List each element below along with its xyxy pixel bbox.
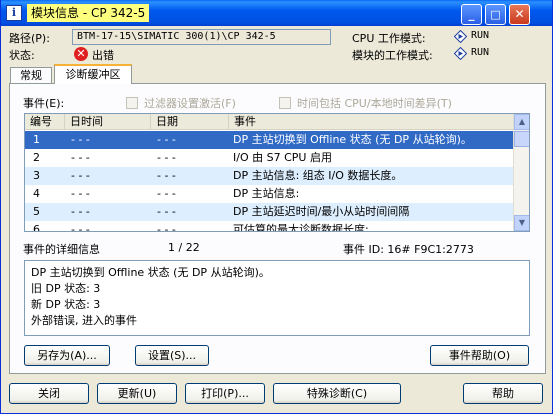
- row-number: 6: [33, 223, 40, 232]
- table-row[interactable]: 3 - - - - - - DP 主站信息: 组态 I/O 数据长度。: [25, 167, 514, 185]
- checkbox-box: [126, 97, 138, 109]
- error-icon: ✕: [74, 47, 88, 61]
- window-title: 模块信息 - CP 342-5: [27, 4, 150, 22]
- status-label: 状态:: [9, 49, 35, 62]
- module-mode-label: 模块的工作模式:: [352, 49, 433, 62]
- module-mode-value: RUN: [471, 47, 490, 58]
- path-field: BTM-17-15\SIMATIC 300(1)\CP 342-5: [72, 29, 331, 45]
- column-header-date[interactable]: 日期: [151, 114, 229, 130]
- row-time: - - -: [71, 223, 90, 232]
- title-bar[interactable]: i 模块信息 - CP 342-5 _ □ ✕: [1, 0, 552, 26]
- table-row[interactable]: 6 - - - - - - 可估算的最大诊断数据长度:: [25, 221, 514, 232]
- row-event: I/O 由 S7 CPU 启用: [233, 151, 332, 164]
- scroll-up-icon[interactable]: ▲: [514, 114, 529, 130]
- row-number: 5: [33, 205, 40, 218]
- details-line: DP 主站切换到 Offline 状态 (无 DP 从站轮询)。: [31, 266, 270, 279]
- row-date: - - -: [157, 205, 176, 218]
- table-row[interactable]: 5 - - - - - - DP 主站延迟时间/最小从站时间间隔: [25, 203, 514, 221]
- row-event: DP 主站信息:: [233, 187, 300, 200]
- events-label: 事件(E):: [23, 97, 65, 110]
- details-line: 外部错误, 进入的事件: [31, 314, 137, 327]
- run-state-icon: [454, 47, 467, 60]
- row-event: 可估算的最大诊断数据长度:: [233, 223, 369, 232]
- info-icon: i: [6, 5, 22, 21]
- row-number: 4: [33, 187, 40, 200]
- row-date: - - -: [157, 151, 176, 164]
- event-help-button[interactable]: 事件帮助(O): [430, 345, 529, 366]
- module-info-window: i 模块信息 - CP 342-5 _ □ ✕ 路径(P): BTM-17-15…: [0, 0, 553, 414]
- run-state-icon: [454, 30, 467, 43]
- help-button[interactable]: 帮助: [463, 383, 543, 404]
- row-time: - - -: [71, 205, 90, 218]
- path-label: 路径(P):: [9, 32, 50, 45]
- row-time: - - -: [71, 169, 90, 182]
- timediff-checkbox: 时间包括 CPU/本地时间差异(T): [279, 95, 452, 111]
- table-row[interactable]: 4 - - - - - - DP 主站信息:: [25, 185, 514, 203]
- special-diagnostics-button[interactable]: 特殊诊断(C): [273, 383, 401, 404]
- vertical-scrollbar[interactable]: ▲ ▼: [513, 114, 529, 231]
- details-line: 新 DP 状态: 3: [31, 298, 101, 311]
- column-header-number[interactable]: 编号: [25, 114, 65, 130]
- status-value: 出错: [92, 49, 114, 62]
- cpu-mode-label: CPU 工作模式:: [352, 32, 426, 45]
- column-header-time[interactable]: 日时间: [65, 114, 151, 130]
- scroll-thumb[interactable]: [514, 131, 529, 147]
- events-table[interactable]: 编号 日时间 日期 事件 1 - - - - - - DP 主站切换到 Offl…: [24, 113, 530, 232]
- settings-button[interactable]: 设置(S)...: [135, 345, 209, 366]
- refresh-button[interactable]: 更新(U): [97, 383, 177, 404]
- event-counter: 1 / 22: [168, 241, 200, 254]
- maximize-button[interactable]: □: [485, 4, 506, 25]
- cpu-mode-value: RUN: [471, 30, 490, 41]
- table-row[interactable]: 1 - - - - - - DP 主站切换到 Offline 状态 (无 DP …: [25, 131, 514, 149]
- table-row[interactable]: 2 - - - - - - I/O 由 S7 CPU 启用: [25, 149, 514, 167]
- row-number: 3: [33, 169, 40, 182]
- details-label: 事件的详细信息: [23, 243, 100, 256]
- row-number: 1: [33, 133, 40, 146]
- row-event: DP 主站切换到 Offline 状态 (无 DP 从站轮询)。: [233, 133, 472, 146]
- row-number: 2: [33, 151, 40, 164]
- tab-diagnostic-buffer[interactable]: 诊断缓冲区: [54, 64, 132, 84]
- row-date: - - -: [157, 169, 176, 182]
- row-time: - - -: [71, 151, 90, 164]
- close-window-button[interactable]: ✕: [509, 4, 530, 25]
- details-line: 旧 DP 状态: 3: [31, 282, 101, 295]
- tab-general[interactable]: 常规: [10, 67, 52, 84]
- event-id: 事件 ID: 16# F9C1:2773: [343, 243, 474, 256]
- row-date: - - -: [157, 133, 176, 146]
- filter-checkbox: 过滤器设置激活(F): [126, 95, 236, 111]
- row-time: - - -: [71, 133, 90, 146]
- save-as-button[interactable]: 另存为(A)...: [24, 345, 110, 366]
- print-button[interactable]: 打印(P)...: [185, 383, 265, 404]
- details-textbox[interactable]: DP 主站切换到 Offline 状态 (无 DP 从站轮询)。 旧 DP 状态…: [24, 260, 530, 336]
- table-header: 编号 日时间 日期 事件: [25, 114, 514, 130]
- filter-checkbox-label: 过滤器设置激活(F): [144, 97, 236, 110]
- row-event: DP 主站延迟时间/最小从站时间间隔: [233, 205, 410, 218]
- scroll-down-icon[interactable]: ▼: [514, 215, 529, 231]
- row-time: - - -: [71, 187, 90, 200]
- row-date: - - -: [157, 187, 176, 200]
- close-button[interactable]: 关闭: [9, 383, 89, 404]
- row-date: - - -: [157, 223, 176, 232]
- timediff-checkbox-label: 时间包括 CPU/本地时间差异(T): [297, 97, 452, 110]
- minimize-button[interactable]: _: [461, 4, 482, 25]
- row-event: DP 主站信息: 组态 I/O 数据长度。: [233, 169, 403, 182]
- column-header-event[interactable]: 事件: [229, 114, 514, 130]
- checkbox-box: [279, 97, 291, 109]
